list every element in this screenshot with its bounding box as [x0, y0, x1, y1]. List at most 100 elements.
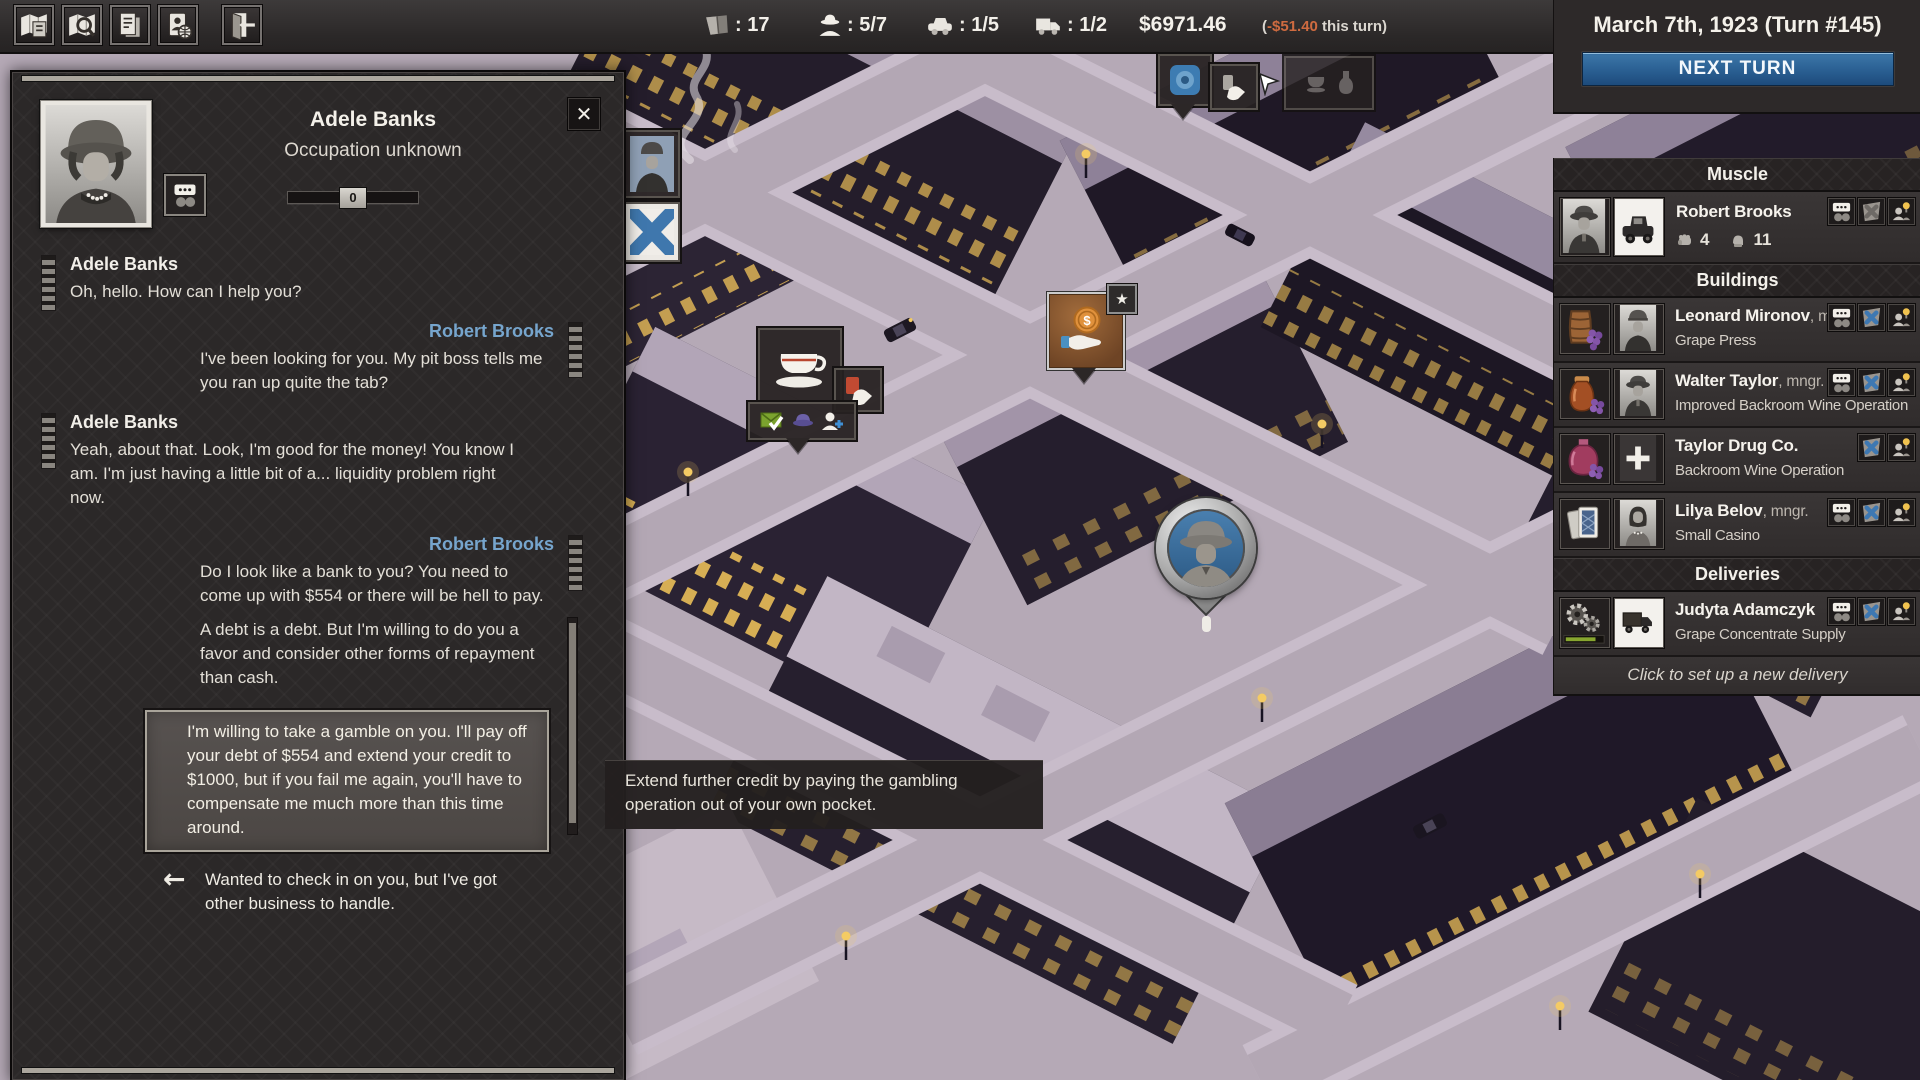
section-header-muscle: Muscle — [1554, 158, 1920, 192]
building-row-grape-press[interactable]: Leonard Mironov, mngr. Grape Press — [1554, 298, 1920, 363]
map-assignment-button[interactable] — [1858, 198, 1885, 225]
chat-icon — [1830, 600, 1853, 623]
blue-saltire-icon — [630, 209, 674, 255]
woman-portrait-photo — [45, 105, 147, 223]
building-row-improved-wine[interactable]: Walter Taylor, mngr. Improved Backroom W… — [1554, 363, 1920, 428]
map-overview-button[interactable] — [14, 5, 54, 45]
muscle-stats: 4 11 — [1676, 230, 1771, 250]
map-marker-coffee-shop[interactable] — [752, 328, 872, 458]
crew-member-portrait — [630, 136, 674, 192]
chat-icon — [171, 181, 199, 209]
game-screen: $ ★ — [0, 0, 1920, 1080]
barrel-grapes-icon — [1561, 305, 1607, 351]
leonard-mironov-portrait — [1615, 305, 1661, 351]
map-marker-robert-brooks[interactable] — [1156, 498, 1256, 628]
talk-button[interactable] — [1828, 198, 1855, 225]
next-turn-button[interactable]: NEXT TURN — [1582, 52, 1894, 86]
talk-button[interactable] — [1828, 499, 1855, 526]
money-amount: $6971.46 — [1139, 13, 1227, 37]
stat-trucks: : 1/2 — [1034, 13, 1107, 37]
map-marker-casino-cluster[interactable] — [1158, 54, 1378, 134]
map-assignment-button[interactable] — [1858, 598, 1885, 625]
talk-button[interactable] — [1828, 304, 1855, 331]
hand-icon-box[interactable] — [1210, 64, 1258, 110]
locate-button[interactable] — [1888, 434, 1915, 461]
map-x-icon-disabled — [1860, 200, 1883, 223]
delta-amount: -$51.40 — [1267, 18, 1318, 35]
film-strip-decoration — [42, 256, 55, 310]
new-delivery-button[interactable]: Click to set up a new delivery — [1554, 657, 1920, 694]
contacts-button[interactable] — [158, 5, 198, 45]
coffee-shop-status-tray[interactable] — [748, 402, 856, 440]
stat-crew: : 5/7 — [818, 13, 887, 37]
message-robert-2: Robert Brooks Do I look like a bank to y… — [42, 534, 582, 690]
delivery-row-grape-concentrate[interactable]: Judyta Adamczyk Grape Concentrate Supply — [1554, 592, 1920, 657]
truck-icon — [1034, 13, 1062, 37]
options-scrollbar[interactable] — [567, 617, 578, 835]
message-text: A debt is a debt. But I'm willing to do … — [200, 618, 554, 690]
secondary-icons-box[interactable] — [1284, 56, 1374, 110]
locate-button[interactable] — [1888, 304, 1915, 331]
muscle-name: Robert Brooks — [1676, 202, 1791, 221]
building-name: Improved Backroom Wine Operation — [1675, 397, 1908, 414]
map-assignment-button[interactable] — [1858, 434, 1885, 461]
talk-button[interactable] — [1828, 369, 1855, 396]
building-name: Small Casino — [1675, 527, 1760, 544]
close-icon: ✕ — [576, 102, 593, 126]
map-marker-crew-building[interactable] — [624, 130, 680, 270]
adele-banks-portrait — [40, 100, 152, 228]
locate-button[interactable] — [1888, 369, 1915, 396]
fist-count: 4 — [1700, 230, 1709, 250]
exit-button[interactable] — [222, 5, 262, 45]
speaker-name: Adele Banks — [70, 254, 526, 275]
message-robert-1: Robert Brooks I've been looking for you.… — [42, 321, 582, 395]
locate-icon — [1890, 371, 1913, 394]
talk-button[interactable] — [1828, 598, 1855, 625]
add-manager-icon — [1615, 435, 1661, 481]
ledger-icon — [115, 10, 145, 40]
saltire-flag-box[interactable] — [624, 202, 680, 262]
building-name: Grape Press — [1675, 332, 1756, 349]
manager-name: Leonard Mironov — [1675, 306, 1810, 325]
speaker-name: Robert Brooks — [200, 321, 554, 342]
poker-chip-icon-box[interactable] — [1158, 54, 1212, 106]
dim-cup-icon — [1303, 71, 1329, 95]
building-row-backroom-wine[interactable]: Taylor Drug Co. Backroom Wine Operation — [1554, 428, 1920, 493]
ledger-button[interactable] — [110, 5, 150, 45]
crew-portrait-box[interactable] — [624, 130, 680, 198]
stat-value: : 1/5 — [959, 14, 999, 37]
building-row-small-casino[interactable]: Lilya Belov, mngr. Small Casino — [1554, 493, 1920, 558]
dialogue-option-leave[interactable]: ← Wanted to check in on you, but I've go… — [145, 868, 582, 916]
delta-rest: this turn) — [1318, 18, 1387, 35]
close-button[interactable]: ✕ — [568, 98, 600, 130]
exit-door-icon — [227, 10, 257, 40]
scrollbar-thumb[interactable] — [569, 623, 576, 823]
conversation-log-button[interactable] — [164, 174, 206, 216]
chat-icon — [1830, 501, 1853, 524]
delivery-name: Grape Concentrate Supply — [1675, 626, 1845, 643]
muscle-row-robert-brooks[interactable]: Robert Brooks 4 11 — [1554, 192, 1920, 264]
message-check-icon — [760, 410, 786, 432]
carboy-grapes-icon — [1561, 435, 1607, 481]
locate-button[interactable] — [1888, 598, 1915, 625]
map-search-icon — [67, 10, 97, 40]
playing-cards-icon — [1561, 500, 1607, 546]
relationship-slider[interactable]: 0 — [287, 191, 419, 204]
portrait-ring[interactable] — [1156, 498, 1256, 598]
film-strip-decoration — [569, 323, 582, 377]
coffee-shop-icon-box[interactable] — [758, 328, 842, 402]
marker-pointer — [1072, 368, 1096, 383]
relationship-slider-handle[interactable]: 0 — [339, 187, 367, 209]
map-search-button[interactable] — [62, 5, 102, 45]
money-delta: (-$51.40 this turn) — [1262, 18, 1387, 35]
dialogue-option-extend-credit[interactable]: I'm willing to take a gamble on you. I'l… — [145, 710, 549, 852]
game-date: March 7th, 1923 (Turn #145) — [1554, 12, 1920, 38]
map-marker-gambling-debt[interactable]: $ ★ — [1047, 292, 1157, 392]
map-assignment-button[interactable] — [1858, 304, 1885, 331]
map-assignment-button[interactable] — [1858, 499, 1885, 526]
dialogue-messages: Adele Banks Oh, hello. How can I help yo… — [42, 254, 582, 916]
locate-button[interactable] — [1888, 198, 1915, 225]
locate-button[interactable] — [1888, 499, 1915, 526]
section-header-buildings: Buildings — [1554, 264, 1920, 298]
map-assignment-button[interactable] — [1858, 369, 1885, 396]
